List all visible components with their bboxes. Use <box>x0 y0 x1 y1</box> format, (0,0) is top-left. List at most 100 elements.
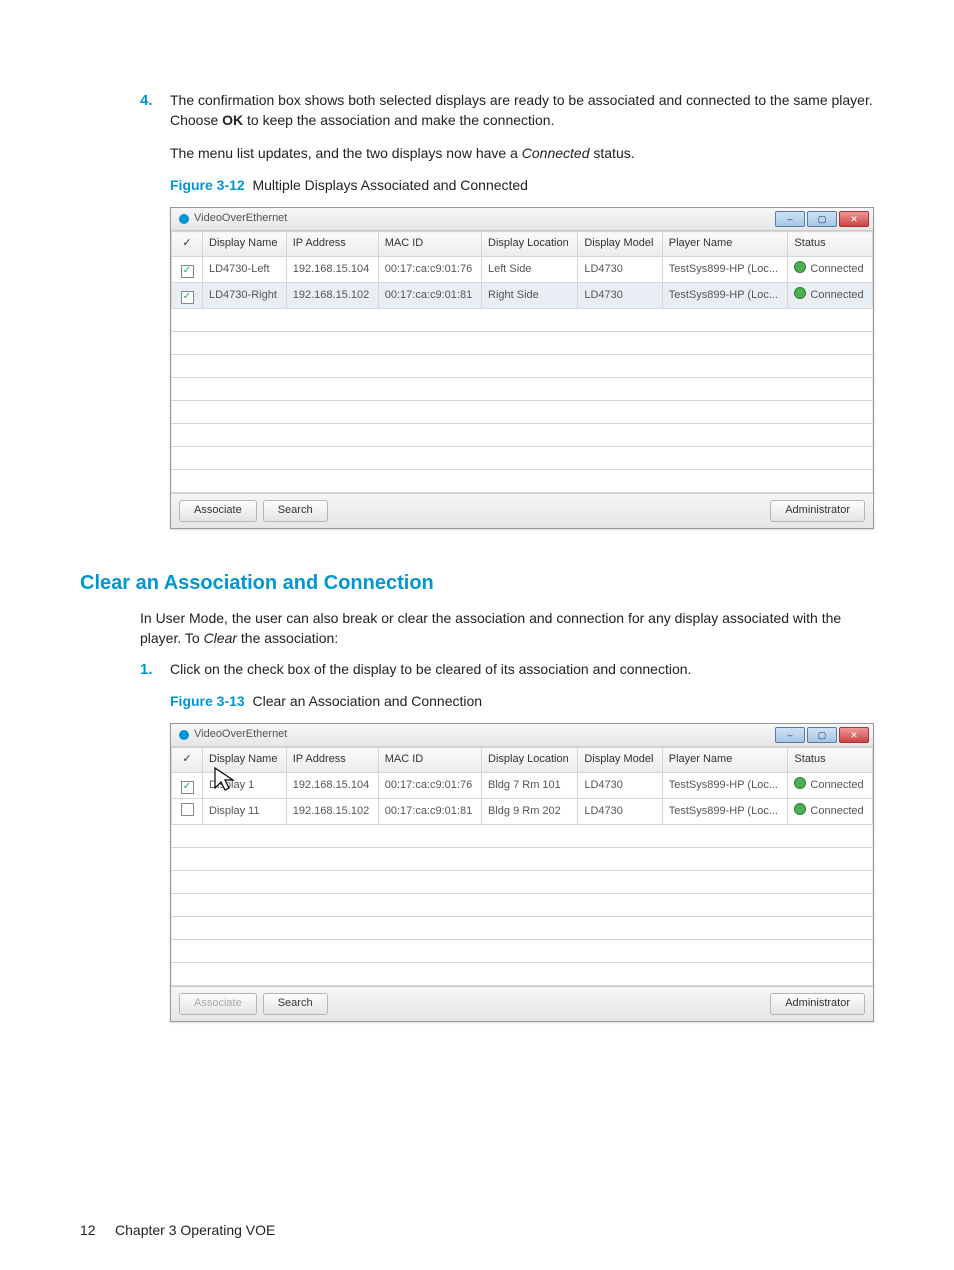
status-ok-icon <box>794 803 806 815</box>
table-row[interactable]: ✓ LD4730-Right 192.168.15.102 00:17:ca:c… <box>172 283 873 309</box>
cell-name: Display 1 <box>203 773 287 799</box>
cell-model: LD4730 <box>578 799 662 825</box>
cell-model: LD4730 <box>578 257 662 283</box>
screenshot-figure-3-13: VideoOverEthernet – ▢ ✕ ✓ Display Name I… <box>170 723 874 1022</box>
associate-button[interactable]: Associate <box>179 500 257 522</box>
maximize-button[interactable]: ▢ <box>807 211 837 227</box>
text: the association: <box>237 630 338 646</box>
search-button[interactable]: Search <box>263 993 328 1015</box>
table-row[interactable]: Display 11 192.168.15.102 00:17:ca:c9:01… <box>172 799 873 825</box>
status-ok-icon <box>794 261 806 273</box>
col-location[interactable]: Display Location <box>482 232 578 257</box>
window-controls: – ▢ ✕ <box>775 727 869 743</box>
cell-model: LD4730 <box>578 283 662 309</box>
row-checkbox[interactable]: ✓ <box>181 781 194 794</box>
figure-3-13-caption: Figure 3-13 Clear an Association and Con… <box>170 691 874 711</box>
associate-button[interactable]: Associate <box>179 993 257 1015</box>
col-status[interactable]: Status <box>788 748 873 773</box>
step-body: Click on the check box of the display to… <box>170 659 874 1040</box>
table-row[interactable]: ✓ Display 1 192.168.15.104 00:17:ca:c9:0… <box>172 773 873 799</box>
cell-location: Left Side <box>482 257 578 283</box>
col-check[interactable]: ✓ <box>172 748 203 773</box>
cell-ip: 192.168.15.102 <box>286 799 378 825</box>
search-button[interactable]: Search <box>263 500 328 522</box>
status-text: Connected <box>522 145 590 161</box>
maximize-button[interactable]: ▢ <box>807 727 837 743</box>
cell-location: Bldg 9 Rm 202 <box>482 799 578 825</box>
cell-player: TestSys899-HP (Loc... <box>662 283 788 309</box>
step-number: 1. <box>140 659 170 1040</box>
col-display-name[interactable]: Display Name <box>203 748 287 773</box>
cell-player: TestSys899-HP (Loc... <box>662 799 788 825</box>
window-titlebar[interactable]: VideoOverEthernet – ▢ ✕ <box>171 208 873 231</box>
display-grid: ✓ Display Name IP Address MAC ID Display… <box>171 231 873 493</box>
cell-location: Right Side <box>482 283 578 309</box>
grid-header-row: ✓ Display Name IP Address MAC ID Display… <box>172 748 873 773</box>
col-player[interactable]: Player Name <box>662 232 788 257</box>
close-button[interactable]: ✕ <box>839 211 869 227</box>
col-check[interactable]: ✓ <box>172 232 203 257</box>
cell-name: LD4730-Left <box>203 257 287 283</box>
col-ip[interactable]: IP Address <box>286 748 378 773</box>
window-controls: – ▢ ✕ <box>775 211 869 227</box>
cell-status: Connected <box>788 283 873 309</box>
cell-status: Connected <box>788 773 873 799</box>
cell-player: TestSys899-HP (Loc... <box>662 773 788 799</box>
minimize-button[interactable]: – <box>775 211 805 227</box>
administrator-button[interactable]: Administrator <box>770 993 865 1015</box>
page-number: 12 <box>80 1222 96 1238</box>
display-grid: ✓ Display Name IP Address MAC ID Display… <box>171 747 873 986</box>
step-4: 4. The confirmation box shows both selec… <box>140 90 874 547</box>
cell-player: TestSys899-HP (Loc... <box>662 257 788 283</box>
cell-model: LD4730 <box>578 773 662 799</box>
col-mac[interactable]: MAC ID <box>378 232 481 257</box>
step1-text: Click on the check box of the display to… <box>170 659 874 679</box>
cell-status: Connected <box>788 257 873 283</box>
row-checkbox[interactable]: ✓ <box>181 265 194 278</box>
text: to keep the association and make the con… <box>243 112 554 128</box>
row-checkbox[interactable]: ✓ <box>181 291 194 304</box>
step4-para2: The menu list updates, and the two displ… <box>170 143 874 163</box>
col-player[interactable]: Player Name <box>662 748 788 773</box>
window-footer: Associate Search Administrator <box>171 986 873 1021</box>
table-row[interactable]: ✓ LD4730-Left 192.168.15.104 00:17:ca:c9… <box>172 257 873 283</box>
cell-ip: 192.168.15.104 <box>286 773 378 799</box>
page: 4. The confirmation box shows both selec… <box>0 0 954 1270</box>
col-ip[interactable]: IP Address <box>286 232 378 257</box>
page-footer: 12 Chapter 3 Operating VOE <box>80 1220 275 1240</box>
figure-title: Multiple Displays Associated and Connect… <box>252 177 528 193</box>
grid-header-row: ✓ Display Name IP Address MAC ID Display… <box>172 232 873 257</box>
cell-ip: 192.168.15.104 <box>286 257 378 283</box>
close-button[interactable]: ✕ <box>839 727 869 743</box>
step4-para1: The confirmation box shows both selected… <box>170 90 874 131</box>
figure-label: Figure 3-12 <box>170 177 245 193</box>
cell-mac: 00:17:ca:c9:01:76 <box>378 257 481 283</box>
status-ok-icon <box>794 777 806 789</box>
figure-title: Clear an Association and Connection <box>252 693 482 709</box>
window-title: VideoOverEthernet <box>194 211 287 227</box>
cell-status: Connected <box>788 799 873 825</box>
minimize-button[interactable]: – <box>775 727 805 743</box>
col-display-name[interactable]: Display Name <box>203 232 287 257</box>
section-heading: Clear an Association and Connection <box>80 569 874 598</box>
row-checkbox[interactable] <box>181 803 194 816</box>
col-mac[interactable]: MAC ID <box>378 748 481 773</box>
col-status[interactable]: Status <box>788 232 873 257</box>
administrator-button[interactable]: Administrator <box>770 500 865 522</box>
screenshot-figure-3-12: VideoOverEthernet – ▢ ✕ ✓ Display Name I… <box>170 207 874 529</box>
window-titlebar[interactable]: VideoOverEthernet – ▢ ✕ <box>171 724 873 747</box>
col-model[interactable]: Display Model <box>578 232 662 257</box>
section-intro: In User Mode, the user can also break or… <box>140 608 874 649</box>
window-title: VideoOverEthernet <box>194 727 287 743</box>
col-location[interactable]: Display Location <box>482 748 578 773</box>
col-model[interactable]: Display Model <box>578 748 662 773</box>
text: The menu list updates, and the two displ… <box>170 145 522 161</box>
cell-location: Bldg 7 Rm 101 <box>482 773 578 799</box>
cell-ip: 192.168.15.102 <box>286 283 378 309</box>
step-1: 1. Click on the check box of the display… <box>140 659 874 1040</box>
window-footer: Associate Search Administrator <box>171 493 873 528</box>
cell-name: LD4730-Right <box>203 283 287 309</box>
chapter-title: Chapter 3 Operating VOE <box>115 1222 275 1238</box>
step-number: 4. <box>140 90 170 547</box>
hp-logo-icon <box>179 214 189 224</box>
